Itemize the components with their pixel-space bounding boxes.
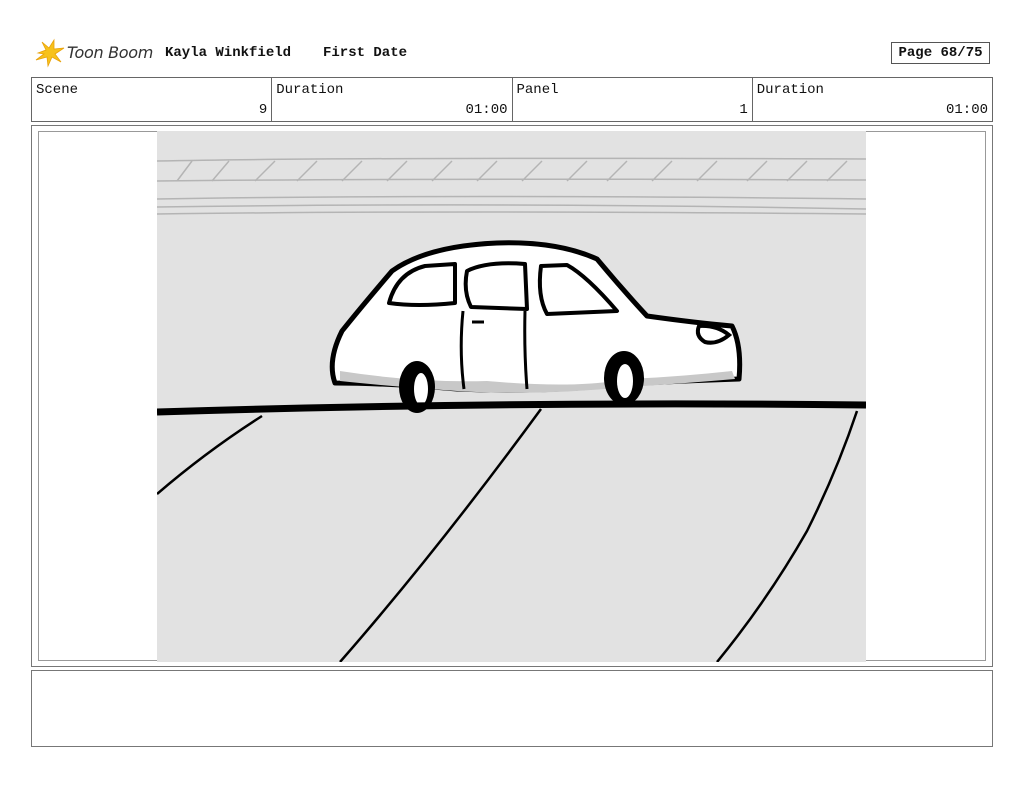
- starburst-icon: [35, 38, 65, 68]
- scene-duration-value: 01:00: [465, 102, 508, 118]
- notes-box: [31, 670, 993, 747]
- page-number: Page 68/75: [891, 42, 990, 64]
- panel-duration-cell: Duration 01:00: [753, 78, 992, 121]
- scene-duration-label: Duration: [276, 82, 344, 98]
- logo-text: Toon Boom: [67, 43, 154, 62]
- drawing-background: [157, 131, 866, 662]
- panel-cell: Panel 1: [513, 78, 753, 121]
- panel-label: Panel: [516, 82, 559, 98]
- scene-cell: Scene 9: [32, 78, 273, 121]
- author-name: Kayla Winkfield: [165, 45, 292, 61]
- scene-duration-cell: Duration 01:00: [272, 78, 513, 121]
- storyboard-drawing: [157, 131, 866, 662]
- scene-value: 9: [258, 102, 268, 118]
- project-title: First Date: [323, 45, 408, 61]
- scene-label: Scene: [36, 82, 79, 98]
- toon-boom-logo: Toon Boom: [34, 38, 159, 68]
- panel-duration-label: Duration: [756, 82, 824, 98]
- panel-duration-value: 01:00: [945, 102, 988, 118]
- panel-info-row: Scene 9 Duration 01:00 Panel 1 Duration …: [31, 77, 993, 122]
- panel-value: 1: [739, 102, 748, 118]
